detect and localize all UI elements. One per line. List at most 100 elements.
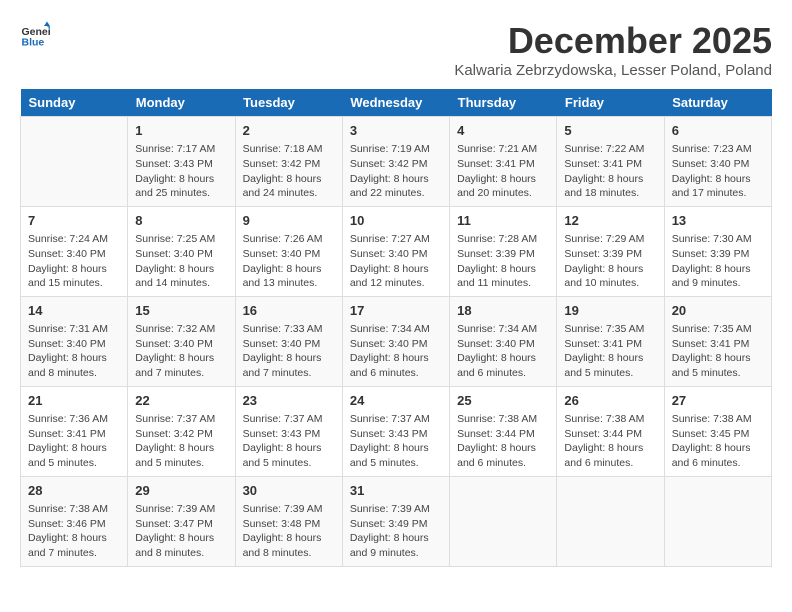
day-number: 3 [350, 122, 442, 140]
calendar-cell: 29 Sunrise: 7:39 AM Sunset: 3:47 PM Dayli… [128, 476, 235, 566]
month-title: December 2025 [454, 20, 772, 62]
day-number: 20 [672, 302, 764, 320]
day-number: 19 [564, 302, 656, 320]
day-header-monday: Monday [128, 89, 235, 117]
calendar-table: SundayMondayTuesdayWednesdayThursdayFrid… [20, 89, 772, 567]
cell-content: Sunrise: 7:35 AM Sunset: 3:41 PM Dayligh… [672, 322, 764, 381]
cell-content: Sunrise: 7:34 AM Sunset: 3:40 PM Dayligh… [457, 322, 549, 381]
location-subtitle: Kalwaria Zebrzydowska, Lesser Poland, Po… [454, 62, 772, 79]
day-number: 4 [457, 122, 549, 140]
day-number: 17 [350, 302, 442, 320]
day-number: 24 [350, 392, 442, 410]
day-header-sunday: Sunday [21, 89, 128, 117]
calendar-cell: 21 Sunrise: 7:36 AM Sunset: 3:41 PM Dayli… [21, 386, 128, 476]
calendar-cell: 15 Sunrise: 7:32 AM Sunset: 3:40 PM Dayli… [128, 296, 235, 386]
calendar-cell: 3 Sunrise: 7:19 AM Sunset: 3:42 PM Daylig… [342, 117, 449, 207]
calendar-cell: 4 Sunrise: 7:21 AM Sunset: 3:41 PM Daylig… [450, 117, 557, 207]
day-number: 14 [28, 302, 120, 320]
calendar-cell: 8 Sunrise: 7:25 AM Sunset: 3:40 PM Daylig… [128, 206, 235, 296]
calendar-cell: 16 Sunrise: 7:33 AM Sunset: 3:40 PM Dayli… [235, 296, 342, 386]
cell-content: Sunrise: 7:38 AM Sunset: 3:45 PM Dayligh… [672, 412, 764, 471]
cell-content: Sunrise: 7:30 AM Sunset: 3:39 PM Dayligh… [672, 232, 764, 291]
week-row-5: 28 Sunrise: 7:38 AM Sunset: 3:46 PM Dayli… [21, 476, 772, 566]
cell-content: Sunrise: 7:37 AM Sunset: 3:43 PM Dayligh… [350, 412, 442, 471]
cell-content: Sunrise: 7:26 AM Sunset: 3:40 PM Dayligh… [243, 232, 335, 291]
day-number: 30 [243, 482, 335, 500]
day-number: 26 [564, 392, 656, 410]
cell-content: Sunrise: 7:39 AM Sunset: 3:48 PM Dayligh… [243, 502, 335, 561]
day-number: 11 [457, 212, 549, 230]
cell-content: Sunrise: 7:36 AM Sunset: 3:41 PM Dayligh… [28, 412, 120, 471]
week-row-2: 7 Sunrise: 7:24 AM Sunset: 3:40 PM Daylig… [21, 206, 772, 296]
calendar-cell: 1 Sunrise: 7:17 AM Sunset: 3:43 PM Daylig… [128, 117, 235, 207]
day-number: 25 [457, 392, 549, 410]
day-number: 6 [672, 122, 764, 140]
calendar-cell: 2Sunrise: 7:18 AM Sunset: 3:42 PM Daylig… [235, 117, 342, 207]
page-header: General Blue December 2025 Kalwaria Zebr… [20, 20, 772, 79]
cell-content: Sunrise: 7:33 AM Sunset: 3:40 PM Dayligh… [243, 322, 335, 381]
calendar-cell: 13Sunrise: 7:30 AM Sunset: 3:39 PM Dayli… [664, 206, 771, 296]
calendar-cell: 25 Sunrise: 7:38 AM Sunset: 3:44 PM Dayli… [450, 386, 557, 476]
cell-content: Sunrise: 7:21 AM Sunset: 3:41 PM Dayligh… [457, 142, 549, 201]
calendar-cell: 12Sunrise: 7:29 AM Sunset: 3:39 PM Dayli… [557, 206, 664, 296]
day-number: 1 [135, 122, 227, 140]
day-number: 15 [135, 302, 227, 320]
cell-content: Sunrise: 7:39 AM Sunset: 3:49 PM Dayligh… [350, 502, 442, 561]
cell-content: Sunrise: 7:24 AM Sunset: 3:40 PM Dayligh… [28, 232, 120, 291]
calendar-cell: 24 Sunrise: 7:37 AM Sunset: 3:43 PM Dayli… [342, 386, 449, 476]
cell-content: Sunrise: 7:31 AM Sunset: 3:40 PM Dayligh… [28, 322, 120, 381]
cell-content: Sunrise: 7:38 AM Sunset: 3:46 PM Dayligh… [28, 502, 120, 561]
calendar-cell: 6 Sunrise: 7:23 AM Sunset: 3:40 PM Daylig… [664, 117, 771, 207]
calendar-cell: 5Sunrise: 7:22 AM Sunset: 3:41 PM Daylig… [557, 117, 664, 207]
day-number: 21 [28, 392, 120, 410]
cell-content: Sunrise: 7:37 AM Sunset: 3:42 PM Dayligh… [135, 412, 227, 471]
cell-content: Sunrise: 7:17 AM Sunset: 3:43 PM Dayligh… [135, 142, 227, 201]
calendar-cell: 26Sunrise: 7:38 AM Sunset: 3:44 PM Dayli… [557, 386, 664, 476]
cell-content: Sunrise: 7:32 AM Sunset: 3:40 PM Dayligh… [135, 322, 227, 381]
svg-text:Blue: Blue [22, 37, 45, 49]
cell-content: Sunrise: 7:19 AM Sunset: 3:42 PM Dayligh… [350, 142, 442, 201]
cell-content: Sunrise: 7:27 AM Sunset: 3:40 PM Dayligh… [350, 232, 442, 291]
cell-content: Sunrise: 7:37 AM Sunset: 3:43 PM Dayligh… [243, 412, 335, 471]
cell-content: Sunrise: 7:38 AM Sunset: 3:44 PM Dayligh… [457, 412, 549, 471]
day-header-row: SundayMondayTuesdayWednesdayThursdayFrid… [21, 89, 772, 117]
calendar-cell: 9Sunrise: 7:26 AM Sunset: 3:40 PM Daylig… [235, 206, 342, 296]
calendar-cell: 14 Sunrise: 7:31 AM Sunset: 3:40 PM Dayli… [21, 296, 128, 386]
day-number: 10 [350, 212, 442, 230]
day-number: 31 [350, 482, 442, 500]
day-number: 16 [243, 302, 335, 320]
day-header-wednesday: Wednesday [342, 89, 449, 117]
cell-content: Sunrise: 7:34 AM Sunset: 3:40 PM Dayligh… [350, 322, 442, 381]
calendar-cell: 28 Sunrise: 7:38 AM Sunset: 3:46 PM Dayli… [21, 476, 128, 566]
cell-content: Sunrise: 7:35 AM Sunset: 3:41 PM Dayligh… [564, 322, 656, 381]
calendar-cell: 22Sunrise: 7:37 AM Sunset: 3:42 PM Dayli… [128, 386, 235, 476]
day-number: 8 [135, 212, 227, 230]
day-number: 23 [243, 392, 335, 410]
cell-content: Sunrise: 7:29 AM Sunset: 3:39 PM Dayligh… [564, 232, 656, 291]
week-row-1: 1 Sunrise: 7:17 AM Sunset: 3:43 PM Daylig… [21, 117, 772, 207]
calendar-cell: 10 Sunrise: 7:27 AM Sunset: 3:40 PM Dayli… [342, 206, 449, 296]
calendar-cell: 7 Sunrise: 7:24 AM Sunset: 3:40 PM Daylig… [21, 206, 128, 296]
day-number: 27 [672, 392, 764, 410]
calendar-cell: 11Sunrise: 7:28 AM Sunset: 3:39 PM Dayli… [450, 206, 557, 296]
calendar-cell: 30 Sunrise: 7:39 AM Sunset: 3:48 PM Dayli… [235, 476, 342, 566]
logo-icon: General Blue [20, 20, 50, 50]
calendar-cell: 18Sunrise: 7:34 AM Sunset: 3:40 PM Dayli… [450, 296, 557, 386]
cell-content: Sunrise: 7:25 AM Sunset: 3:40 PM Dayligh… [135, 232, 227, 291]
day-number: 29 [135, 482, 227, 500]
day-number: 28 [28, 482, 120, 500]
day-header-saturday: Saturday [664, 89, 771, 117]
calendar-cell: 17 Sunrise: 7:34 AM Sunset: 3:40 PM Dayli… [342, 296, 449, 386]
title-area: December 2025 Kalwaria Zebrzydowska, Les… [454, 20, 772, 79]
calendar-cell: 20 Sunrise: 7:35 AM Sunset: 3:41 PM Dayli… [664, 296, 771, 386]
calendar-cell [450, 476, 557, 566]
cell-content: Sunrise: 7:23 AM Sunset: 3:40 PM Dayligh… [672, 142, 764, 201]
calendar-cell: 23 Sunrise: 7:37 AM Sunset: 3:43 PM Dayli… [235, 386, 342, 476]
day-number: 7 [28, 212, 120, 230]
calendar-cell [21, 117, 128, 207]
week-row-4: 21 Sunrise: 7:36 AM Sunset: 3:41 PM Dayli… [21, 386, 772, 476]
logo: General Blue [20, 20, 50, 50]
calendar-cell: 27 Sunrise: 7:38 AM Sunset: 3:45 PM Dayli… [664, 386, 771, 476]
day-header-friday: Friday [557, 89, 664, 117]
cell-content: Sunrise: 7:39 AM Sunset: 3:47 PM Dayligh… [135, 502, 227, 561]
